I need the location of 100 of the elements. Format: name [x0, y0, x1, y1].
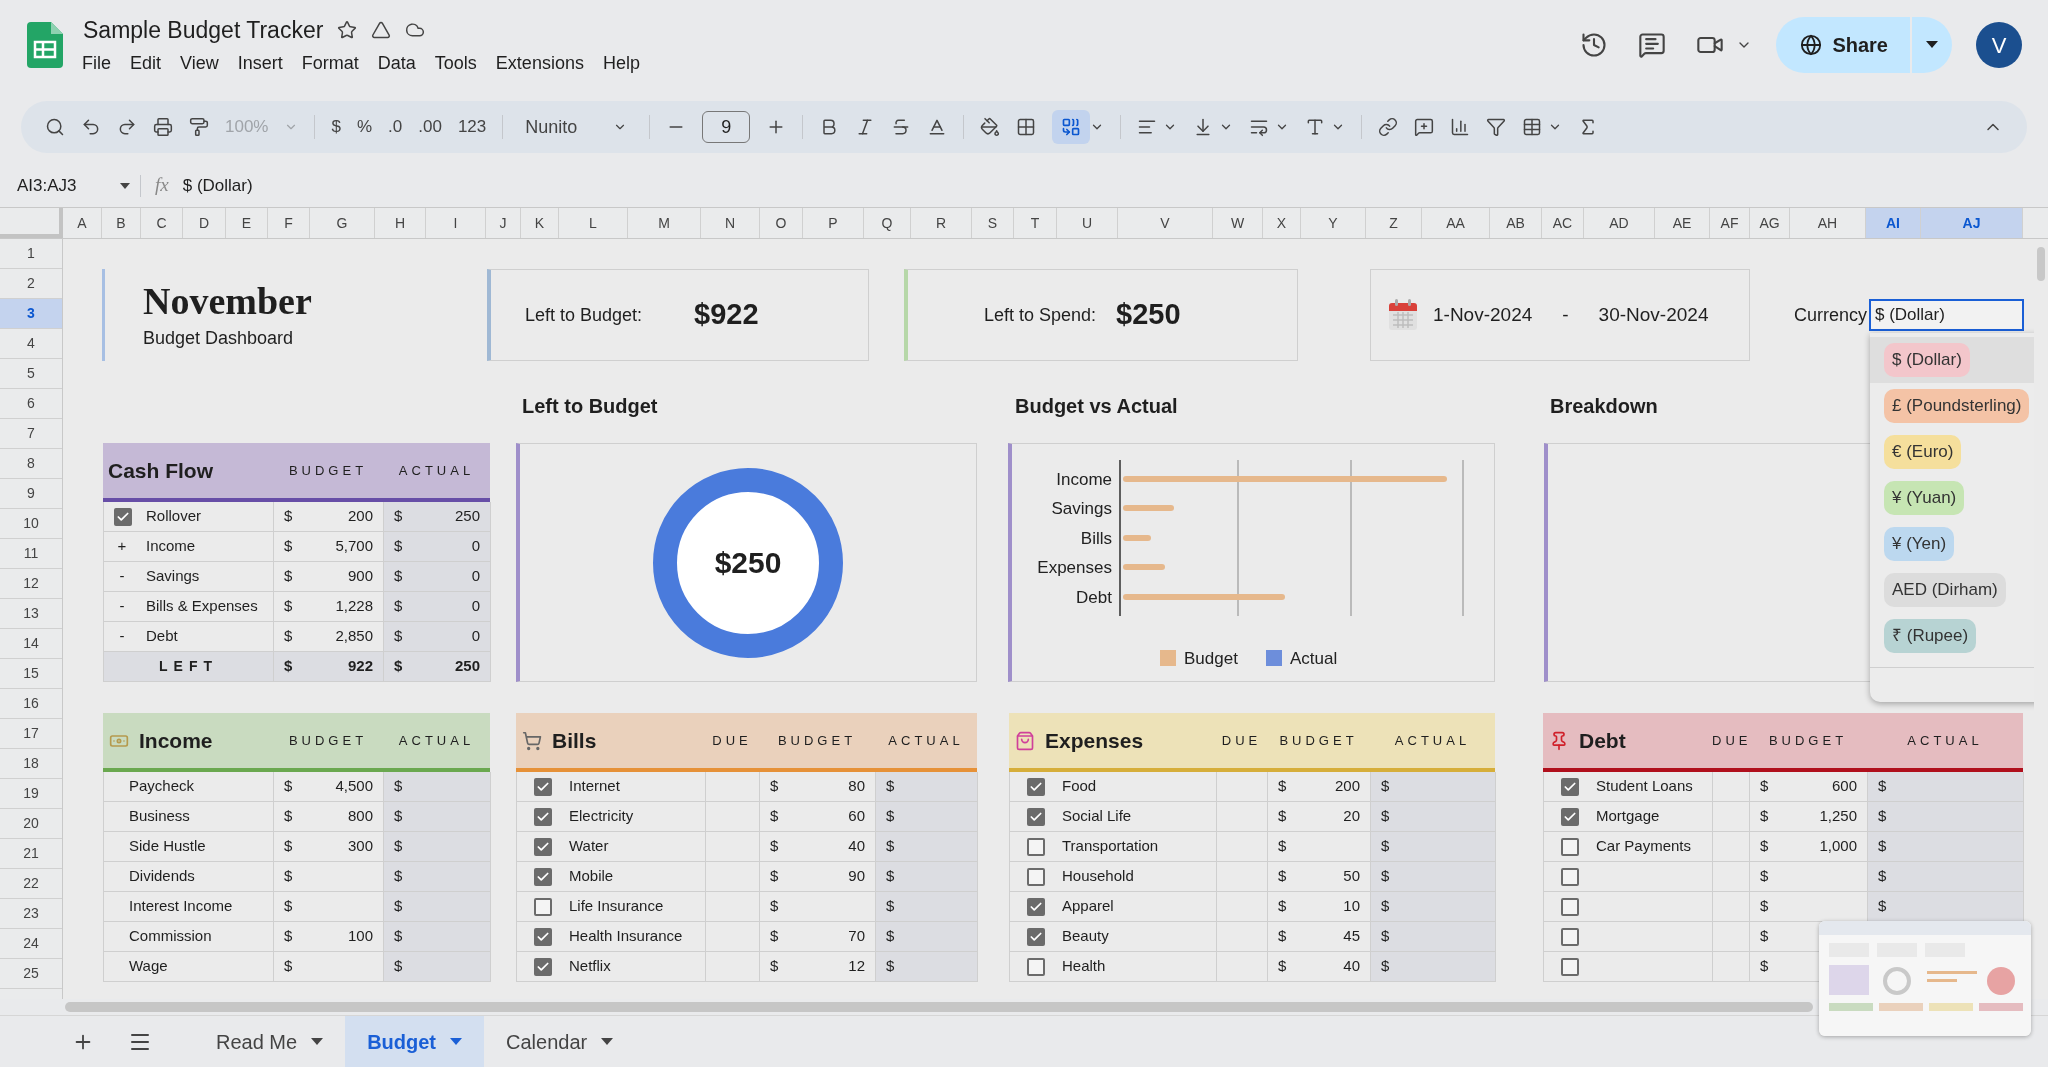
checkbox[interactable]: [1027, 957, 1045, 976]
row-header[interactable]: 1: [0, 239, 62, 269]
row-header[interactable]: 6: [0, 389, 62, 419]
cloud-icon[interactable]: [405, 20, 426, 40]
name-box[interactable]: AI3:AJ3: [0, 172, 140, 199]
column-header[interactable]: O: [760, 208, 803, 238]
checkbox[interactable]: [1561, 807, 1579, 826]
checkbox[interactable]: [1027, 837, 1045, 856]
column-header[interactable]: E: [226, 208, 268, 238]
checkbox[interactable]: [1561, 867, 1579, 886]
align-icon[interactable]: [1137, 117, 1158, 137]
checkbox[interactable]: [1027, 897, 1045, 916]
percent-format-button[interactable]: %: [356, 114, 373, 140]
checkbox[interactable]: [1561, 957, 1579, 976]
sheet-tab[interactable]: Read Me: [194, 1016, 346, 1067]
column-header[interactable]: P: [803, 208, 864, 238]
dropdown-option[interactable]: $ (Dollar): [1870, 337, 2034, 383]
menu-item[interactable]: View: [180, 50, 219, 78]
column-header[interactable]: Y: [1301, 208, 1366, 238]
row-header[interactable]: 22: [0, 869, 62, 899]
checkbox[interactable]: [1027, 777, 1045, 796]
checkbox[interactable]: [534, 807, 552, 826]
checkbox[interactable]: [1561, 777, 1579, 796]
column-header[interactable]: AE: [1655, 208, 1710, 238]
column-header[interactable]: H: [375, 208, 426, 238]
chart-icon[interactable]: [1450, 117, 1471, 137]
column-header[interactable]: AC: [1542, 208, 1584, 238]
column-header[interactable]: L: [559, 208, 628, 238]
currency-field[interactable]: $ (Dollar): [1869, 299, 2024, 331]
menu-item[interactable]: File: [82, 50, 111, 78]
column-header[interactable]: Q: [864, 208, 911, 238]
dropdown-option[interactable]: £ (Poundsterling): [1870, 383, 2034, 429]
row-header[interactable]: 16: [0, 689, 62, 719]
column-header[interactable]: AI: [1866, 208, 1921, 238]
column-header[interactable]: Z: [1366, 208, 1422, 238]
dropdown-option[interactable]: ¥ (Yen): [1870, 521, 2034, 567]
menu-item[interactable]: Help: [602, 50, 640, 78]
column-header[interactable]: G: [310, 208, 375, 238]
row-header[interactable]: 5: [0, 359, 62, 389]
merge-button[interactable]: [1052, 110, 1091, 144]
column-header[interactable]: AG: [1750, 208, 1790, 238]
column-header[interactable]: U: [1057, 208, 1118, 238]
row-header[interactable]: 17: [0, 719, 62, 749]
checkbox[interactable]: [534, 777, 552, 796]
column-header[interactable]: AD: [1584, 208, 1655, 238]
filter-icon[interactable]: [1486, 117, 1507, 137]
column-header[interactable]: W: [1213, 208, 1263, 238]
column-header[interactable]: AJ: [1921, 208, 2023, 238]
row-header[interactable]: 23: [0, 899, 62, 929]
checkbox[interactable]: [114, 507, 132, 526]
dropdown-option[interactable]: ₹ (Rupee): [1870, 613, 2034, 659]
checkbox[interactable]: [1561, 927, 1579, 946]
column-header[interactable]: K: [521, 208, 559, 238]
column-header[interactable]: R: [911, 208, 972, 238]
menu-item[interactable]: Data: [377, 50, 416, 78]
row-header[interactable]: 25: [0, 959, 62, 989]
sheet-tab[interactable]: Calendar: [484, 1016, 636, 1067]
column-header[interactable]: AF: [1710, 208, 1750, 238]
search-icon[interactable]: [45, 117, 65, 137]
menu-item[interactable]: Edit: [130, 50, 162, 78]
redo-icon[interactable]: [117, 117, 137, 137]
column-header[interactable]: F: [268, 208, 310, 238]
row-header[interactable]: 3: [0, 299, 62, 329]
row-header[interactable]: 14: [0, 629, 62, 659]
column-header[interactable]: D: [183, 208, 226, 238]
dropdown-option[interactable]: € (Euro): [1870, 429, 2034, 475]
menu-item[interactable]: Format: [301, 50, 359, 78]
row-header[interactable]: 18: [0, 749, 62, 779]
checkbox[interactable]: [1027, 927, 1045, 946]
checkbox[interactable]: [534, 837, 552, 856]
sheet-tab[interactable]: Budget: [345, 1016, 485, 1067]
menu-item[interactable]: Extensions: [495, 50, 584, 78]
row-header[interactable]: 20: [0, 809, 62, 839]
number-format-button[interactable]: 123: [457, 114, 487, 140]
column-header[interactable]: N: [701, 208, 760, 238]
borders-icon[interactable]: [1016, 117, 1037, 137]
currency-format-button[interactable]: $: [331, 114, 341, 140]
drive-icon[interactable]: [371, 20, 392, 40]
add-comment-icon[interactable]: [1414, 117, 1435, 137]
star-icon[interactable]: [337, 20, 358, 40]
checkbox[interactable]: [1561, 837, 1579, 856]
checkbox[interactable]: [534, 957, 552, 976]
row-header[interactable]: 15: [0, 659, 62, 689]
scrollbar[interactable]: [65, 1002, 1813, 1012]
share-button[interactable]: Share: [1776, 17, 1910, 73]
fill-color-icon[interactable]: [980, 117, 1001, 137]
undo-icon[interactable]: [81, 117, 101, 137]
column-header[interactable]: B: [102, 208, 141, 238]
row-header[interactable]: 8: [0, 449, 62, 479]
column-header[interactable]: T: [1014, 208, 1057, 238]
row-header[interactable]: 9: [0, 479, 62, 509]
column-header[interactable]: AA: [1422, 208, 1490, 238]
row-header[interactable]: 24: [0, 929, 62, 959]
column-header[interactable]: A: [63, 208, 102, 238]
menu-item[interactable]: Insert: [237, 50, 283, 78]
link-icon[interactable]: [1378, 117, 1399, 137]
column-header[interactable]: J: [486, 208, 521, 238]
checkbox[interactable]: [1027, 807, 1045, 826]
row-header[interactable]: 12: [0, 569, 62, 599]
paint-format-icon[interactable]: [189, 117, 209, 137]
